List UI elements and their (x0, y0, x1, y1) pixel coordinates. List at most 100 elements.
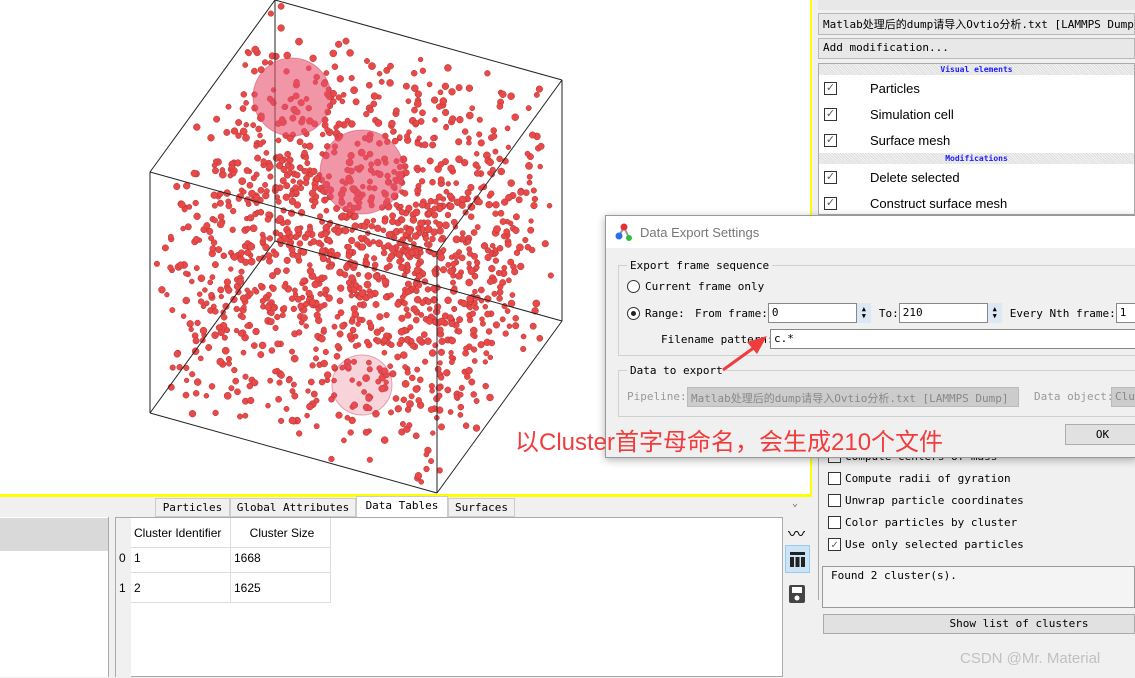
particle (492, 148, 499, 155)
pipeline-editor[interactable]: Visual elements ✓ Particles ✓ Simulation c… (818, 63, 1135, 215)
particle (530, 187, 537, 194)
tab-surfaces[interactable]: Surfaces (448, 498, 515, 517)
radio-button[interactable] (627, 280, 640, 293)
particle (520, 333, 527, 340)
particle (334, 251, 341, 259)
particle (428, 349, 437, 357)
particle (416, 135, 422, 141)
particle (288, 295, 296, 302)
particle (418, 178, 426, 185)
table-view-button[interactable] (785, 545, 810, 573)
particle (493, 225, 501, 233)
data-table[interactable]: Cluster Identifier Cluster Size 0 1 1668… (115, 517, 783, 678)
particle (432, 117, 438, 123)
particle (381, 349, 388, 356)
particle (290, 381, 297, 388)
data-table-list[interactable] (0, 517, 109, 677)
item-label: Surface mesh (870, 132, 951, 148)
current-frame-only-radio[interactable]: Current frame only (627, 280, 764, 293)
particle (260, 235, 267, 242)
checkbox[interactable]: ✓ (824, 196, 837, 210)
from-frame-spinner[interactable]: ▲ ▼ (856, 303, 871, 323)
checkbox[interactable]: ✓ (824, 81, 837, 95)
ok-button[interactable]: OK (1065, 424, 1135, 445)
pipeline-select: Matlab处理后的dump请导入Ovtio分析.txt [LAMMPS Dum… (687, 387, 1019, 407)
option-color-by-cluster[interactable]: Color particles by cluster (828, 511, 1024, 533)
particle (401, 300, 408, 307)
particle (381, 277, 390, 286)
range-radio[interactable] (627, 306, 640, 320)
particle (242, 373, 249, 380)
collapse-chevron-icon[interactable]: ⌄ (792, 498, 798, 509)
checkbox[interactable]: ✓ (824, 133, 837, 147)
particle (319, 131, 326, 138)
filename-pattern-input[interactable]: c.* (770, 329, 1135, 349)
particle (242, 412, 249, 419)
particle (349, 315, 356, 322)
particle (407, 324, 414, 331)
tab-particles[interactable]: Particles (155, 498, 230, 517)
from-frame-input[interactable]: 0 (767, 303, 857, 323)
checkbox[interactable]: ✓ (824, 107, 837, 121)
save-icon[interactable] (787, 583, 807, 605)
selected-table-row[interactable] (0, 518, 108, 551)
chevron-down-icon: ⌄ (1008, 406, 1015, 407)
command-panel-tabs[interactable] (818, 0, 1135, 10)
checkbox[interactable]: ✓ (824, 170, 837, 184)
particle (303, 300, 310, 308)
option-radii-of-gyration[interactable]: Compute radii of gyration (828, 467, 1024, 489)
particle (484, 247, 492, 254)
particle (437, 89, 444, 96)
particle (383, 312, 390, 319)
checkbox[interactable] (828, 515, 841, 529)
particle (368, 322, 375, 330)
pipeline-item-construct-surface-mesh[interactable]: ✓ Construct surface mesh (819, 190, 1134, 216)
option-unwrap-coordinates[interactable]: Unwrap particle coordinates (828, 489, 1024, 511)
particle (491, 290, 498, 297)
particle (426, 81, 433, 88)
every-nth-frame-input[interactable]: 1 (1115, 303, 1135, 323)
pipeline-item-delete-selected[interactable]: ✓ Delete selected (819, 164, 1134, 190)
particle (362, 428, 370, 436)
pipeline-item-simulation-cell[interactable]: ✓ Simulation cell (819, 101, 1134, 127)
particle (246, 382, 254, 390)
particle (489, 242, 496, 249)
to-frame-spinner[interactable]: ▲ ▼ (987, 303, 1002, 323)
particle (202, 287, 208, 293)
add-modification-dropdown[interactable]: Add modification... (818, 38, 1135, 59)
particle (405, 98, 412, 105)
particle (406, 400, 414, 408)
particle (278, 417, 285, 424)
pipeline-item-particles[interactable]: ✓ Particles (819, 75, 1134, 101)
particle (472, 424, 481, 432)
to-frame-input[interactable]: 210 (898, 303, 988, 323)
tab-global-attributes[interactable]: Global Attributes (230, 498, 356, 517)
pipeline-item-surface-mesh[interactable]: ✓ Surface mesh (819, 127, 1134, 153)
particle (456, 116, 464, 124)
pipeline-selector[interactable]: Matlab处理后的dump请导入Ovtio分析.txt [LAMMPS Dum… (818, 13, 1135, 35)
option-only-selected[interactable]: ✓ Use only selected particles (828, 533, 1024, 555)
option-label: Compute radii of gyration (845, 471, 1011, 485)
tab-data-tables[interactable]: Data Tables (356, 496, 448, 517)
dialog-title-bar[interactable]: Data Export Settings (606, 216, 1135, 248)
particle (528, 218, 534, 224)
particle (180, 225, 186, 232)
particle (281, 305, 288, 311)
particle (230, 170, 237, 177)
checkbox[interactable] (828, 493, 841, 507)
particle (507, 179, 515, 187)
particle (251, 67, 258, 75)
checkbox[interactable]: ✓ (828, 537, 841, 551)
particle (283, 405, 290, 412)
plot-icon[interactable]: 〰 (788, 520, 805, 545)
particle (344, 117, 351, 124)
particle (212, 308, 219, 315)
show-list-of-clusters-button[interactable]: Show list of clusters (823, 614, 1135, 634)
particle (472, 288, 478, 295)
particle (492, 201, 500, 209)
particle (288, 233, 294, 240)
particle (243, 167, 251, 174)
particle (482, 359, 488, 365)
checkbox[interactable] (828, 471, 841, 485)
particle (386, 79, 394, 87)
